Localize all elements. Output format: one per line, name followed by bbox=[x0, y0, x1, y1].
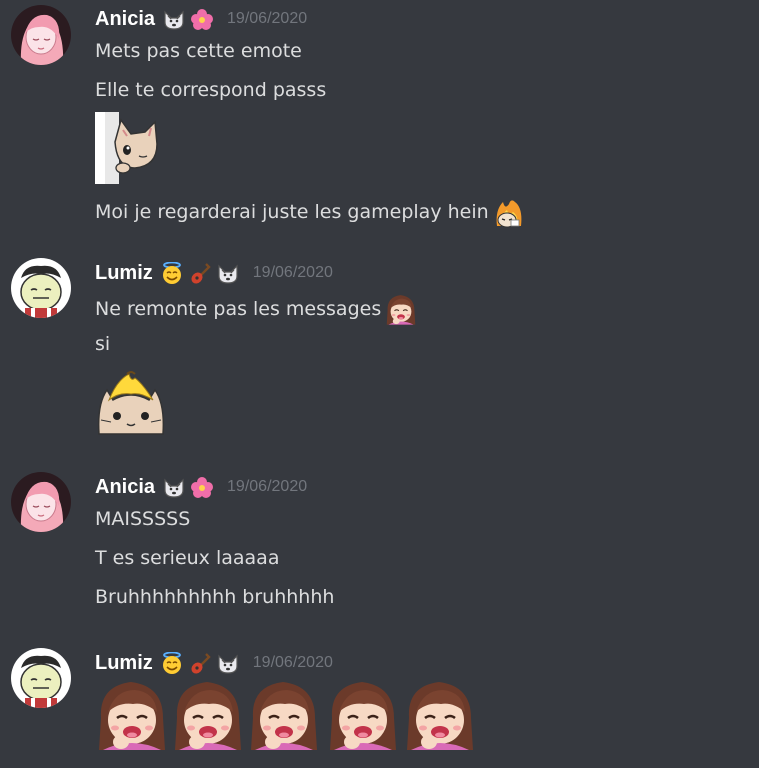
timestamp: 19/06/2020 bbox=[227, 10, 308, 27]
message-line: Bruhhhhhhhhh bruhhhhh bbox=[95, 586, 335, 608]
halo-smile-icon bbox=[161, 262, 182, 284]
message-text: Moi je regarderai juste les gameplay hei… bbox=[95, 201, 489, 223]
author-name[interactable]: Lumiz bbox=[95, 262, 153, 285]
hibiscus-icon bbox=[191, 477, 214, 498]
avatar-lumiz[interactable] bbox=[11, 648, 71, 708]
message-text: Ne remonte pas les messages bbox=[95, 298, 382, 320]
laughing-girl-emote bbox=[249, 680, 319, 750]
wolf-icon bbox=[218, 265, 238, 284]
fire-cat-emote bbox=[496, 200, 522, 228]
author-name[interactable]: Anicia bbox=[95, 476, 155, 499]
wolf-icon bbox=[218, 655, 238, 674]
author-name[interactable]: Lumiz bbox=[95, 652, 153, 675]
banana-cat-emote bbox=[97, 371, 165, 435]
message-line-with-emote: Moi je regarderai juste les gameplay hei… bbox=[95, 196, 525, 228]
author-name[interactable]: Anicia bbox=[95, 8, 155, 31]
message-line: Mets pas cette emote bbox=[95, 40, 302, 62]
message-line: T es serieux laaaaa bbox=[95, 547, 280, 569]
laughing-girl-emote bbox=[405, 680, 475, 750]
guitar-icon bbox=[188, 262, 210, 284]
avatar-lumiz[interactable] bbox=[11, 258, 71, 318]
timestamp: 19/06/2020 bbox=[227, 478, 308, 495]
laughing-girl-emote bbox=[173, 680, 243, 750]
laughing-girl-emote bbox=[386, 294, 417, 325]
message-line: si bbox=[95, 333, 111, 355]
hibiscus-icon bbox=[191, 9, 214, 30]
timestamp: 19/06/2020 bbox=[252, 264, 333, 281]
avatar-anicia[interactable] bbox=[11, 472, 71, 532]
message-line: Elle te correspond passs bbox=[95, 79, 327, 101]
wolf-icon bbox=[164, 479, 184, 498]
guitar-icon bbox=[188, 652, 210, 674]
message-line-with-emote: Ne remonte pas les messages bbox=[95, 293, 417, 325]
wolf-icon bbox=[164, 11, 184, 30]
laughing-girl-emote bbox=[328, 680, 398, 750]
peeking-cat-emote bbox=[95, 112, 158, 184]
message-line: MAISSSSS bbox=[95, 508, 191, 530]
avatar-anicia[interactable] bbox=[11, 5, 71, 65]
timestamp: 19/06/2020 bbox=[252, 654, 333, 671]
laughing-girl-emote bbox=[97, 680, 167, 750]
halo-smile-icon bbox=[161, 652, 182, 674]
